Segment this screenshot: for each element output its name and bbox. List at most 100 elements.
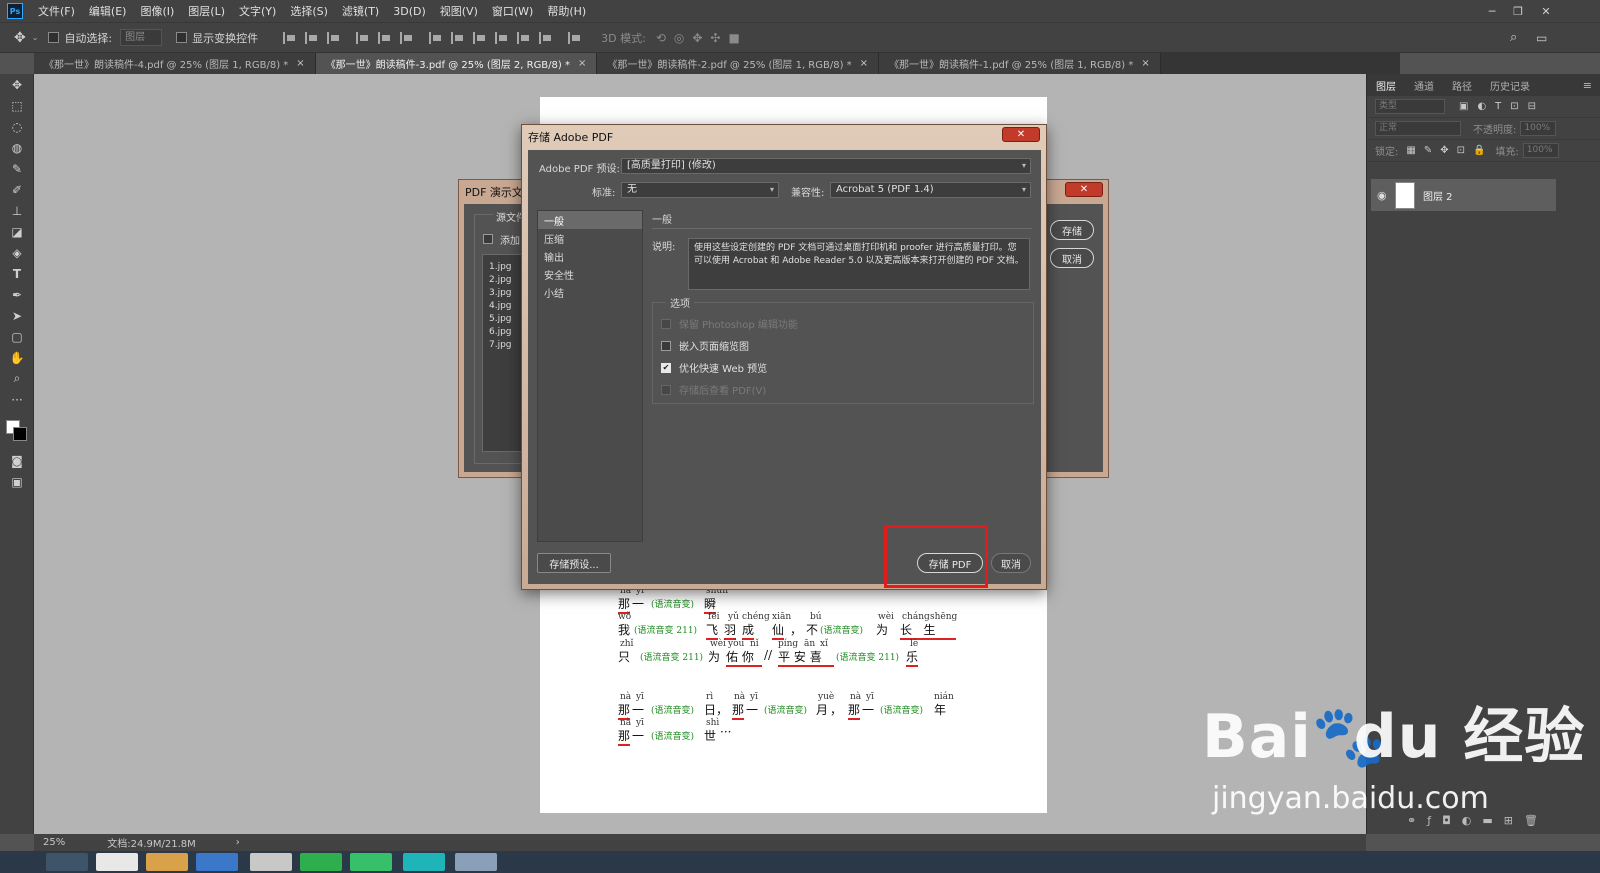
layer-kind-filter[interactable]: 类型: [1375, 99, 1445, 114]
screen-mode-icon[interactable]: ▣: [0, 471, 34, 492]
distribute-right-icon[interactable]: [539, 31, 552, 44]
hand-tool-icon[interactable]: ✋: [0, 347, 34, 368]
minimize-icon[interactable]: ─: [1480, 0, 1504, 22]
tab-channels[interactable]: 通道: [1405, 78, 1443, 93]
align-left-icon[interactable]: [356, 31, 369, 44]
close-tab-icon[interactable]: ×: [1141, 58, 1149, 69]
menu-layer[interactable]: 图层(L): [181, 3, 232, 19]
tab-document-2[interactable]: 《那一世》朗读稿件-2.pdf @ 25% (图层 1, RGB/8) * ×: [597, 53, 880, 74]
paint-bucket-tool-icon[interactable]: ◈: [0, 242, 34, 263]
menu-select[interactable]: 选择(S): [283, 3, 335, 19]
menu-edit[interactable]: 编辑(E): [82, 3, 134, 19]
search-icon[interactable]: ⌕: [1510, 30, 1517, 45]
save-button[interactable]: 存储: [1050, 220, 1094, 240]
status-arrow-icon[interactable]: ›: [236, 837, 240, 848]
taskbar-app-icon[interactable]: [250, 853, 292, 871]
align-hcenter-icon[interactable]: [378, 31, 391, 44]
brush-tool-icon[interactable]: ✐: [0, 179, 34, 200]
close-dialog-button[interactable]: ✕: [1065, 182, 1103, 197]
zoom-tool-icon[interactable]: ⌕: [0, 368, 34, 389]
menu-help[interactable]: 帮助(H): [540, 3, 593, 19]
nav-general[interactable]: 一般: [538, 211, 642, 229]
taskbar-app-icon[interactable]: [196, 853, 238, 871]
more-tools-icon[interactable]: ···: [0, 389, 34, 410]
background-color-swatch[interactable]: [13, 427, 27, 441]
taskbar-app-icon[interactable]: [300, 853, 342, 871]
workspace-icon[interactable]: ▭: [1536, 31, 1547, 45]
show-transform-checkbox[interactable]: [176, 32, 188, 43]
fill-input[interactable]: 100%: [1522, 143, 1559, 158]
auto-select-checkbox[interactable]: [48, 32, 60, 43]
tab-document-1[interactable]: 《那一世》朗读稿件-1.pdf @ 25% (图层 1, RGB/8) * ×: [879, 53, 1161, 74]
menu-filter[interactable]: 滤镜(T): [335, 3, 386, 19]
color-swatches[interactable]: [0, 410, 33, 450]
shape-tool-icon[interactable]: ▢: [0, 326, 34, 347]
close-tab-icon[interactable]: ×: [578, 58, 586, 69]
pen-tool-icon[interactable]: ✒: [0, 284, 34, 305]
restore-icon[interactable]: ❐: [1506, 0, 1530, 22]
embed-thumbnails-checkbox[interactable]: [661, 340, 671, 351]
menu-view[interactable]: 视图(V): [433, 3, 485, 19]
auto-select-dropdown[interactable]: 图层: [120, 29, 163, 46]
align-top-icon[interactable]: [283, 31, 296, 44]
panel-menu-icon[interactable]: ≡: [1583, 79, 1592, 92]
tab-paths[interactable]: 路径: [1443, 78, 1481, 93]
tab-document-4[interactable]: 《那一世》朗读稿件-4.pdf @ 25% (图层 1, RGB/8) * ×: [34, 53, 316, 74]
layer-name[interactable]: 图层 2: [1423, 188, 1453, 203]
taskbar-app-icon[interactable]: [455, 853, 497, 871]
close-dialog-button[interactable]: ✕: [1002, 127, 1040, 142]
close-tab-icon[interactable]: ×: [296, 58, 304, 69]
option-embed-thumbnails[interactable]: 嵌入页面缩览图: [661, 338, 749, 353]
marquee-tool-icon[interactable]: ⬚: [0, 95, 34, 116]
close-tab-icon[interactable]: ×: [860, 58, 868, 69]
path-select-tool-icon[interactable]: ➤: [0, 305, 34, 326]
menu-image[interactable]: 图像(I): [133, 3, 181, 19]
taskbar-app-icon[interactable]: [403, 853, 445, 871]
align-right-icon[interactable]: [400, 31, 413, 44]
tab-history[interactable]: 历史记录: [1481, 78, 1539, 93]
taskbar-app-icon[interactable]: [146, 853, 188, 871]
lock-icons[interactable]: ▦✎✥⊡🔒: [1406, 145, 1493, 156]
quick-select-tool-icon[interactable]: ◍: [0, 137, 34, 158]
tab-document-3[interactable]: 《那一世》朗读稿件-3.pdf @ 25% (图层 2, RGB/8) * ×: [315, 53, 598, 74]
nav-security[interactable]: 安全性: [538, 265, 642, 283]
preset-dropdown[interactable]: [高质量打印] (修改) ▾: [621, 158, 1031, 174]
align-vcenter-icon[interactable]: [305, 31, 318, 44]
save-preset-button[interactable]: 存储预设...: [537, 553, 611, 573]
cancel-button[interactable]: 取消: [991, 553, 1031, 573]
standard-dropdown[interactable]: 无 ▾: [621, 182, 779, 198]
move-tool-icon[interactable]: ✥: [0, 74, 34, 95]
layer-filter-icons[interactable]: ▣◐T⊡⊟: [1459, 101, 1545, 112]
compatibility-dropdown[interactable]: Acrobat 5 (PDF 1.4) ▾: [830, 182, 1031, 198]
fast-web-view-checkbox[interactable]: ✔: [661, 362, 671, 373]
eyedropper-tool-icon[interactable]: ✎: [0, 158, 34, 179]
distribute-bottom-icon[interactable]: [473, 31, 486, 44]
menu-window[interactable]: 窗口(W): [485, 3, 540, 19]
add-open-files-checkbox[interactable]: [483, 234, 493, 244]
nav-output[interactable]: 输出: [538, 247, 642, 265]
taskbar-app-icon[interactable]: [46, 853, 88, 871]
option-fast-web-view[interactable]: ✔ 优化快速 Web 预览: [661, 360, 767, 375]
quick-mask-icon[interactable]: ◙: [0, 450, 34, 471]
layer-row[interactable]: ◉ 图层 2: [1371, 179, 1556, 211]
type-tool-icon[interactable]: T: [0, 263, 34, 284]
distribute-top-icon[interactable]: [429, 31, 442, 44]
3d-mode-icons[interactable]: ⟲◎✥✣■: [656, 31, 748, 45]
taskbar-app-icon[interactable]: [96, 853, 138, 871]
zoom-level[interactable]: 25%: [43, 837, 65, 848]
blend-mode-dropdown[interactable]: 正常: [1375, 121, 1461, 136]
lasso-tool-icon[interactable]: ◌: [0, 116, 34, 137]
align-bottom-icon[interactable]: [327, 31, 340, 44]
distribute-hcenter-icon[interactable]: [517, 31, 530, 44]
move-tool-icon[interactable]: ✥: [14, 30, 26, 46]
stamp-tool-icon[interactable]: ⊥: [0, 200, 34, 221]
menu-file[interactable]: 文件(F): [31, 3, 82, 19]
tab-layers[interactable]: 图层: [1367, 78, 1405, 93]
opacity-input[interactable]: 100%: [1520, 121, 1557, 136]
nav-compression[interactable]: 压缩: [538, 229, 642, 247]
close-window-icon[interactable]: ✕: [1534, 0, 1558, 22]
cancel-button[interactable]: 取消: [1050, 248, 1094, 268]
eraser-tool-icon[interactable]: ◪: [0, 221, 34, 242]
menu-3d[interactable]: 3D(D): [386, 5, 433, 18]
distribute-vcenter-icon[interactable]: [451, 31, 464, 44]
